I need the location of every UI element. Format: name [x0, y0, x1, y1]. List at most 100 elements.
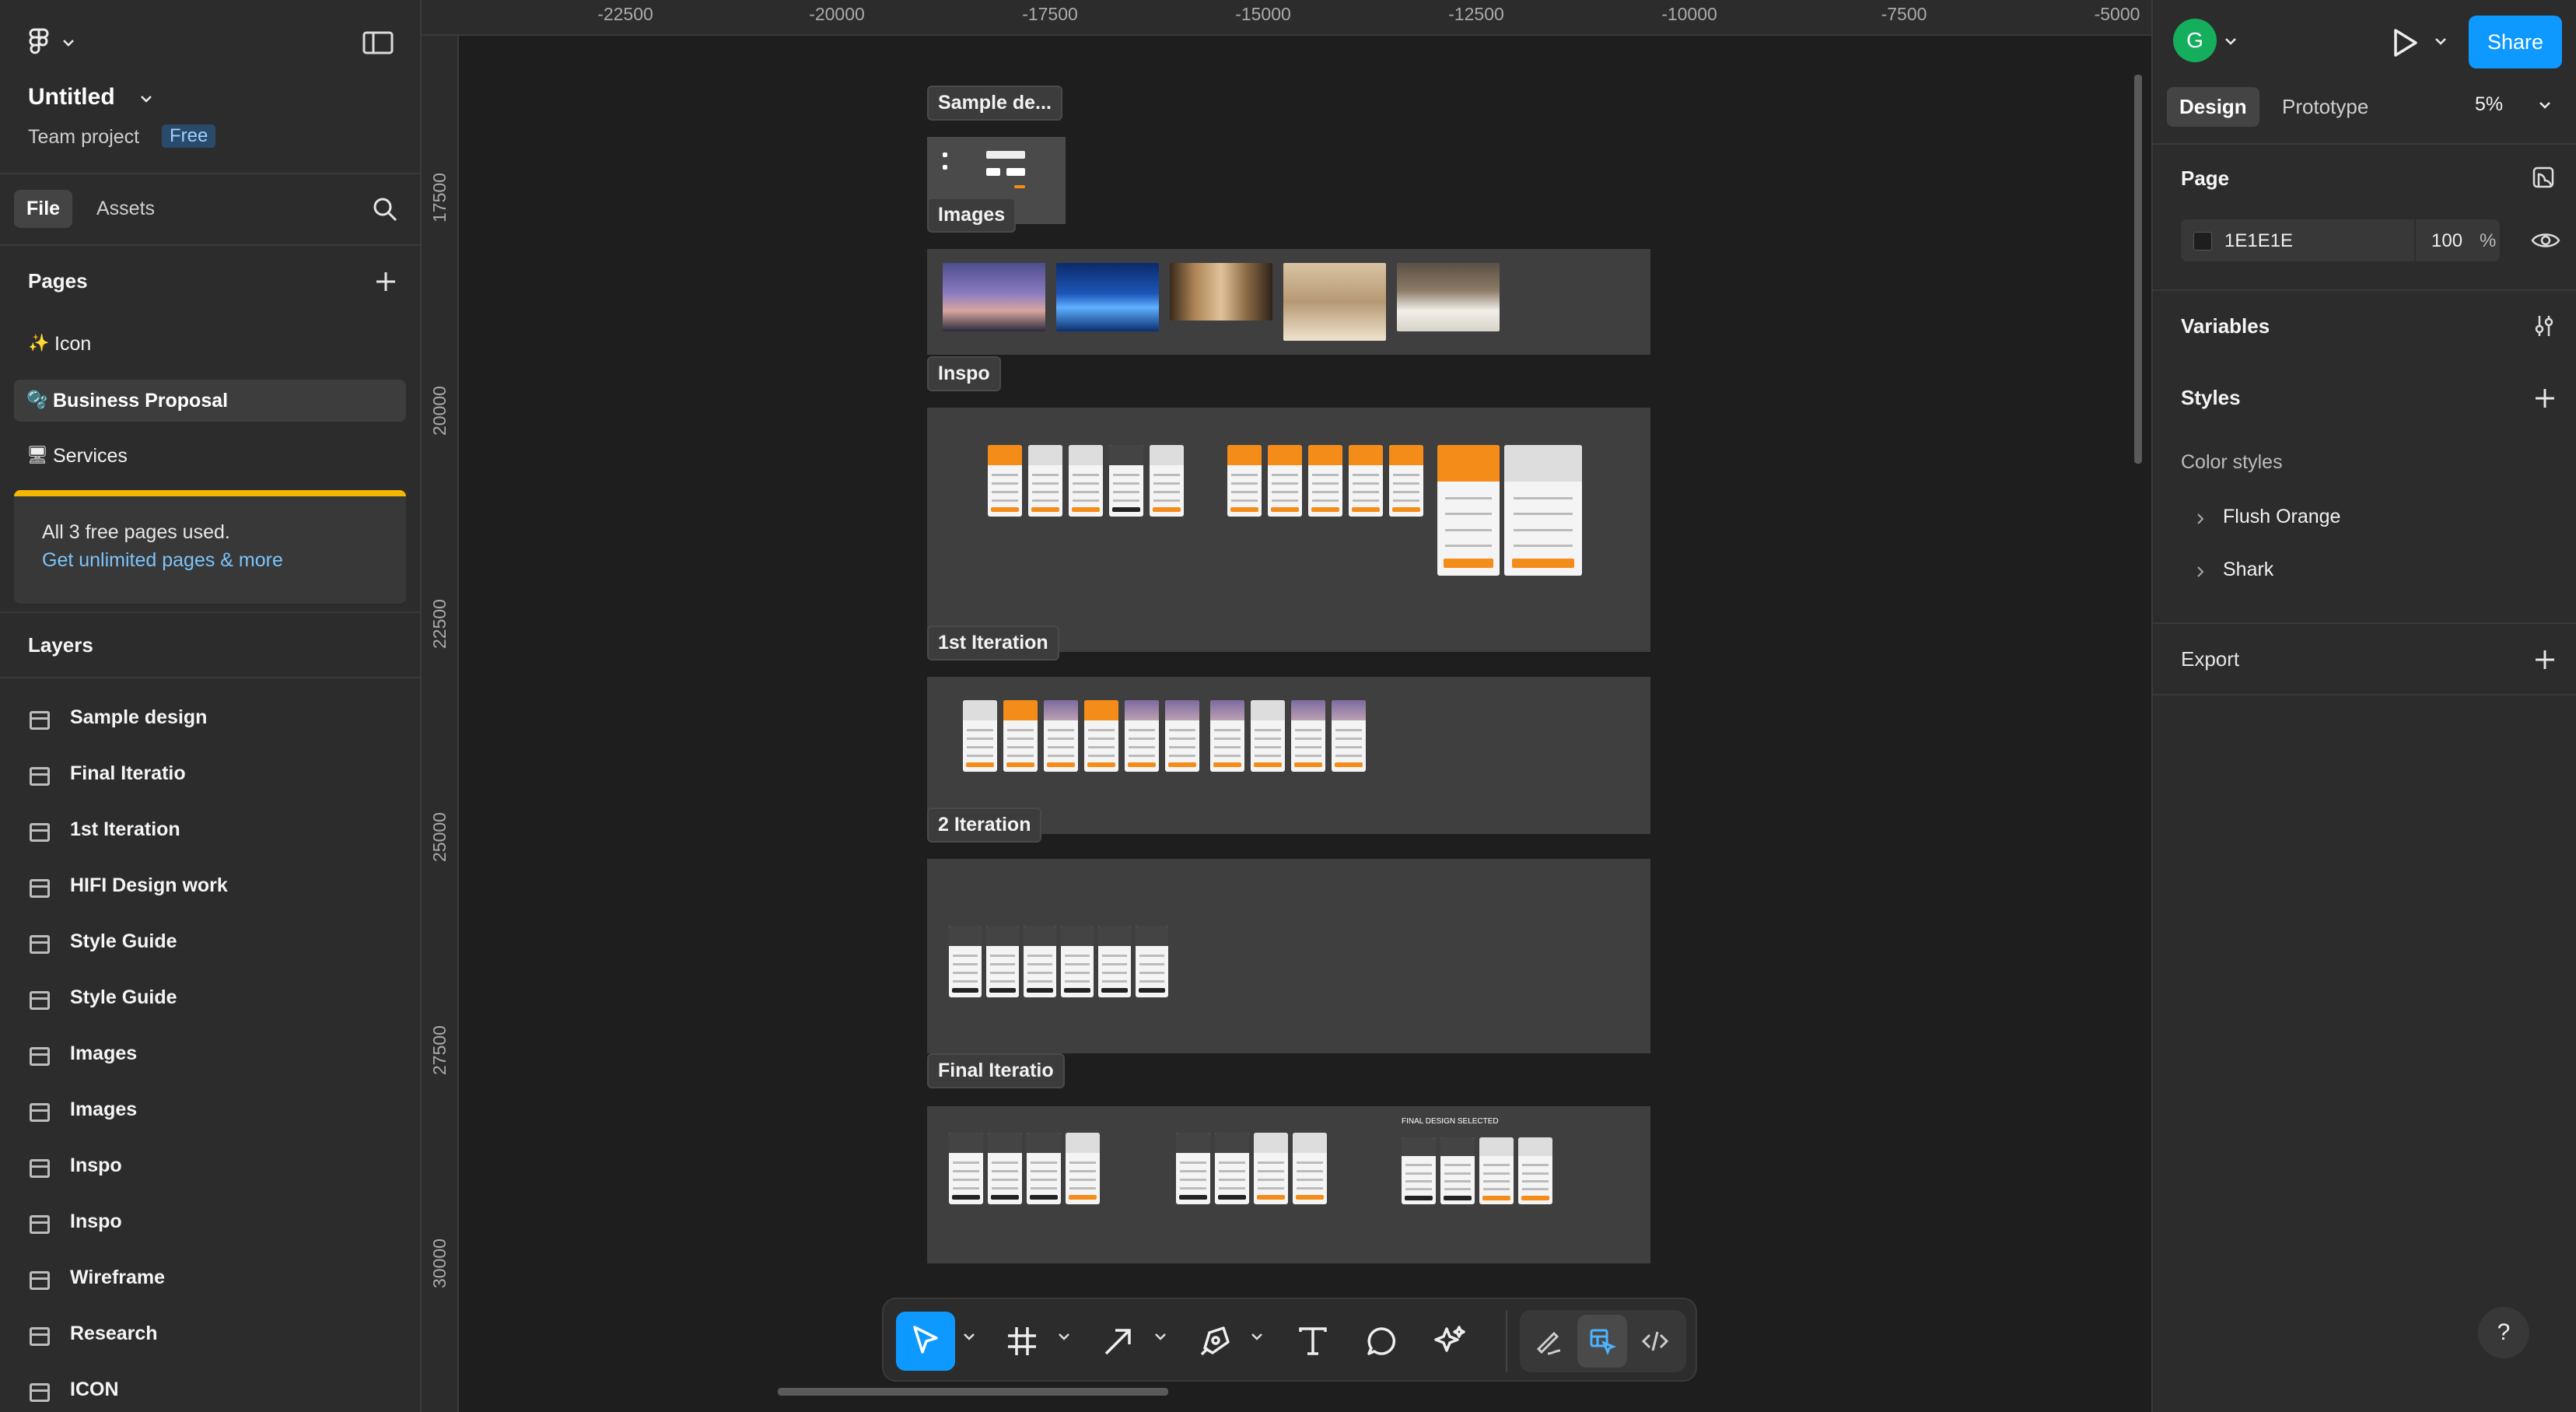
main-menu-button[interactable] [28, 28, 82, 56]
vertical-scrollbar[interactable] [2134, 75, 2142, 464]
draw-mode-button[interactable] [1524, 1315, 1574, 1368]
layer-row[interactable]: Style Guide [0, 972, 420, 1028]
share-button[interactable]: Share [2469, 16, 2562, 68]
frame-layer-icon [30, 1383, 50, 1402]
color-style-label: Flush Orange [2223, 506, 2341, 527]
toggle-sidebar-icon[interactable] [362, 31, 394, 54]
layer-label: Images [70, 1098, 138, 1120]
upgrade-link[interactable]: Get unlimited pages & more [42, 549, 283, 572]
color-style-flush-orange[interactable]: Flush Orange [2181, 501, 2554, 537]
frame-images[interactable] [927, 249, 1650, 355]
variables-icon[interactable] [2532, 314, 2556, 338]
present-play-icon[interactable] [2392, 28, 2419, 58]
page-color-swatch[interactable] [2193, 232, 2212, 251]
layer-row[interactable]: 1st Iteration [0, 804, 420, 860]
add-export-icon[interactable] [2534, 649, 2556, 671]
design-mode-button[interactable] [1577, 1315, 1627, 1368]
ruler-top-label: -10000 [1661, 4, 1717, 24]
tab-file[interactable]: File [14, 190, 73, 228]
eye-icon[interactable] [2531, 230, 2560, 251]
layer-row[interactable]: Final Iteratio [0, 748, 420, 804]
horizontal-scrollbar[interactable] [778, 1388, 1168, 1396]
sample-thumb [986, 151, 1025, 159]
tab-design[interactable]: Design [2167, 87, 2259, 127]
layer-row[interactable]: Inspo [0, 1197, 420, 1253]
frame-tool-button[interactable] [992, 1312, 1052, 1371]
layer-row[interactable]: Inspo [0, 1140, 420, 1197]
move-tool-button[interactable] [896, 1312, 955, 1371]
canvas[interactable]: -22500 -20000 -17500 -15000 -12500 -10000 -750… [422, 0, 2151, 1412]
frame-tool-chevron-icon[interactable] [1056, 1329, 1072, 1344]
ruler-top-label: -12500 [1448, 4, 1504, 24]
plan-badge[interactable]: Free [162, 124, 216, 148]
ruler-left-label: 22500 [429, 599, 450, 649]
pen-tool-chevron-icon[interactable] [1249, 1329, 1265, 1344]
user-avatar[interactable]: G [2173, 19, 2217, 62]
screen-thumbnail [1291, 700, 1325, 772]
dev-mode-button[interactable] [1630, 1315, 1680, 1368]
page-item-icon[interactable]: ✨ Icon [14, 324, 406, 364]
color-style-shark[interactable]: Shark [2181, 554, 2554, 590]
layer-row[interactable]: Wireframe [0, 1253, 420, 1309]
page-style-icon[interactable] [2531, 165, 2556, 190]
page-label: Business Proposal [53, 390, 229, 412]
frame-layer-icon [30, 1215, 50, 1234]
screen-thumbnail [1349, 445, 1383, 517]
arrow-icon [1104, 1329, 1131, 1355]
page-opacity-value[interactable]: 100 [2431, 230, 2462, 252]
ai-tool-button[interactable] [1420, 1312, 1479, 1371]
ruler-top-label: -22500 [597, 4, 653, 24]
page-color-field[interactable]: 1E1E1E 100 % [2181, 219, 2500, 261]
left-panel: Untitled Team project Free File Assets P… [0, 0, 422, 1412]
pen-tool-button[interactable] [1185, 1312, 1244, 1371]
field-divider [2414, 219, 2416, 261]
text-icon [1299, 1327, 1327, 1355]
file-title[interactable]: Untitled [28, 84, 115, 110]
layer-row[interactable]: ICON [0, 1365, 420, 1412]
avatar-chevron-icon[interactable] [2224, 37, 2237, 45]
team-label[interactable]: Team project [28, 126, 139, 149]
zoom-level[interactable]: 5% [2475, 93, 2503, 116]
final-design-note: FINAL DESIGN SELECTED [1402, 1117, 1499, 1126]
arrow-tool-chevron-icon[interactable] [1153, 1329, 1168, 1344]
search-icon[interactable] [372, 196, 398, 222]
tab-prototype[interactable]: Prototype [2270, 87, 2381, 127]
comment-tool-button[interactable] [1352, 1312, 1411, 1371]
layer-row[interactable]: Images [0, 1028, 420, 1084]
layer-row[interactable]: Research [0, 1309, 420, 1365]
zoom-chevron-icon[interactable] [2539, 101, 2551, 109]
page-item-services[interactable]: 🖥 Services [14, 436, 406, 476]
text-tool-button[interactable] [1283, 1312, 1342, 1371]
add-style-icon[interactable] [2534, 387, 2556, 409]
screen-thumbnail [1479, 1137, 1514, 1204]
ruler-left-label: 25000 [429, 812, 450, 862]
screen-thumbnail [1293, 1133, 1327, 1204]
frame-iteration-2[interactable] [927, 859, 1650, 1053]
screen-thumbnail [1268, 445, 1302, 517]
ruler-top-label: -15000 [1235, 4, 1291, 24]
add-page-icon[interactable] [375, 271, 397, 293]
frame-label-iter1[interactable]: 1st Iteration [927, 625, 1059, 660]
layer-row[interactable]: Style Guide [0, 916, 420, 972]
frame-label-sample[interactable]: Sample de... [927, 86, 1062, 121]
layer-row[interactable]: Images [0, 1084, 420, 1140]
move-tool-chevron-icon[interactable] [961, 1329, 977, 1344]
file-title-chevron-icon[interactable] [140, 95, 152, 103]
frame-label-inspo[interactable]: Inspo [927, 356, 1001, 391]
screen-thumbnail [949, 1133, 983, 1204]
help-button[interactable]: ? [2478, 1307, 2529, 1358]
frame-label-images[interactable]: Images [927, 198, 1017, 233]
tab-assets[interactable]: Assets [84, 190, 167, 228]
frame-inspo[interactable] [927, 408, 1650, 652]
present-chevron-icon[interactable] [2434, 37, 2447, 45]
frame-final-iteration[interactable]: FINAL DESIGN SELECTED [927, 1106, 1650, 1263]
arrow-tool-button[interactable] [1089, 1312, 1148, 1371]
frame-label-iter2[interactable]: 2 Iteration [927, 808, 1042, 843]
layer-label: ICON [70, 1379, 119, 1400]
page-item-business-proposal[interactable]: 🫧 Business Proposal [14, 380, 406, 422]
page-color-hex[interactable]: 1E1E1E [2224, 230, 2293, 252]
layer-row[interactable]: HIFI Design work [0, 860, 420, 916]
frame-label-final[interactable]: Final Iteratio [927, 1053, 1065, 1088]
layer-row[interactable]: Sample design [0, 692, 420, 748]
sample-thumb [943, 152, 947, 157]
